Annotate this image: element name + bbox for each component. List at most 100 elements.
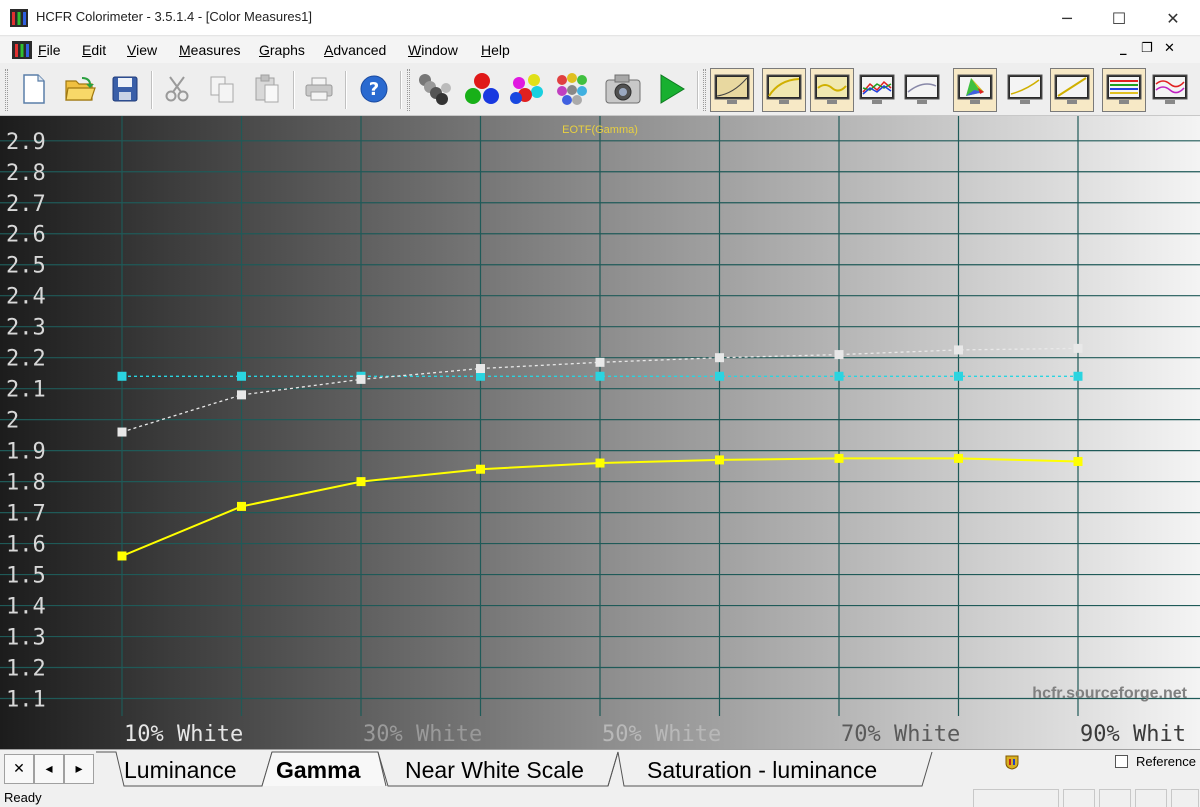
series-point bbox=[476, 371, 485, 381]
series-point bbox=[237, 390, 246, 400]
series-point bbox=[476, 364, 485, 374]
series-point bbox=[1073, 343, 1083, 353]
new-document-icon[interactable] bbox=[14, 69, 54, 109]
chart-title: EOTF(Gamma) bbox=[562, 124, 638, 136]
y-tick-label: 2 bbox=[6, 409, 19, 434]
maximize-button[interactable]: ☐ bbox=[1096, 0, 1142, 36]
saturation-icon[interactable] bbox=[552, 69, 592, 109]
series-point bbox=[117, 551, 127, 561]
close-tab-button[interactable]: ✕ bbox=[4, 754, 34, 784]
y-tick-label: 1.8 bbox=[6, 471, 46, 496]
cut-icon[interactable] bbox=[157, 69, 197, 109]
series-point bbox=[954, 371, 963, 381]
mdi-close-button[interactable]: ✕ bbox=[1164, 41, 1175, 56]
status-pane bbox=[1099, 789, 1131, 807]
gamma-graph-icon[interactable] bbox=[762, 68, 806, 112]
status-text: Ready bbox=[4, 790, 42, 805]
status-pane bbox=[1135, 789, 1167, 807]
toolbar-separator bbox=[400, 71, 402, 109]
x-tick-label: 50% White bbox=[602, 722, 721, 747]
tab-gamma[interactable]: Gamma bbox=[276, 757, 360, 784]
status-pane bbox=[1171, 789, 1199, 807]
series-point bbox=[834, 350, 844, 360]
paste-icon[interactable] bbox=[247, 69, 287, 109]
series-point bbox=[834, 371, 844, 381]
y-tick-label: 2.3 bbox=[6, 316, 46, 341]
app-window: HCFR Colorimeter - 3.5.1.4 - [Color Meas… bbox=[0, 0, 1200, 807]
gamma-multi-graph-icon[interactable] bbox=[1102, 68, 1146, 112]
toolbar-grip[interactable] bbox=[5, 69, 8, 111]
y-tick-label: 1.4 bbox=[6, 595, 46, 620]
tab-saturation-luminance[interactable]: Saturation - luminance bbox=[647, 757, 877, 784]
y-tick-label: 1.5 bbox=[6, 564, 46, 589]
series-point bbox=[595, 357, 605, 367]
mdi-minimize-button[interactable]: _ bbox=[1120, 41, 1127, 56]
series-point bbox=[117, 427, 127, 437]
gamma-chart-svg: 2.9 2.8 2.7 2.6 2.5 2.4 2.3 2.2 2.1 2 1.9 1.8 1.7 1.6… bbox=[0, 116, 1200, 749]
x-tick-label: 70% White bbox=[841, 722, 960, 747]
y-tick-label: 2.5 bbox=[6, 254, 46, 279]
close-button[interactable]: ✕ bbox=[1150, 0, 1196, 36]
copy-icon[interactable] bbox=[202, 69, 242, 109]
toolbar-grip[interactable] bbox=[407, 69, 410, 111]
x-tick-label: 90% Whit bbox=[1080, 722, 1186, 747]
menu-file[interactable]: File bbox=[38, 42, 61, 58]
document-icon[interactable] bbox=[12, 41, 32, 59]
tab-near-white-scale[interactable]: Near White Scale bbox=[405, 757, 584, 784]
y-tick-label: 1.7 bbox=[6, 502, 46, 527]
status-bar: Ready bbox=[0, 787, 1200, 807]
window-title: HCFR Colorimeter - 3.5.1.4 - [Color Meas… bbox=[36, 9, 312, 24]
y-tick-label: 2.2 bbox=[6, 347, 46, 372]
print-icon[interactable] bbox=[299, 69, 339, 109]
minimize-button[interactable]: ─ bbox=[1044, 0, 1090, 36]
y-tick-label: 1.1 bbox=[6, 688, 46, 713]
y-tick-label: 1.6 bbox=[6, 533, 46, 558]
menu-bar: File Edit View Measures Graphs Advanced … bbox=[0, 37, 1200, 63]
y-tick-label: 2.6 bbox=[6, 223, 46, 248]
color-comparator-graph-icon[interactable] bbox=[1148, 68, 1192, 112]
series-point bbox=[117, 371, 127, 381]
status-pane bbox=[1063, 789, 1095, 807]
help-icon[interactable]: ? bbox=[354, 69, 394, 109]
series-point bbox=[356, 477, 366, 487]
watermark-text: hcfr.sourceforge.net bbox=[1032, 685, 1187, 702]
series-point bbox=[1073, 371, 1083, 381]
sheet-tab-bar: ✕ ◂ ▸ Luminance Gamma Near White Scale S… bbox=[0, 749, 1200, 787]
menu-help[interactable]: Help bbox=[481, 42, 510, 58]
reference-label: Reference bbox=[1136, 754, 1196, 769]
menu-graphs[interactable]: Graphs bbox=[259, 42, 305, 58]
svg-text:?: ? bbox=[369, 79, 379, 100]
save-icon[interactable] bbox=[105, 69, 145, 109]
x-tick-label: 30% White bbox=[363, 722, 482, 747]
near-white-graph-icon[interactable] bbox=[1003, 68, 1047, 112]
menu-edit[interactable]: Edit bbox=[82, 42, 106, 58]
reference-checkbox[interactable] bbox=[1115, 755, 1128, 768]
rgb-levels-graph-icon[interactable] bbox=[855, 68, 899, 112]
mdi-restore-button[interactable]: ❐ bbox=[1141, 41, 1153, 56]
saturation-luminance-graph-icon[interactable] bbox=[1050, 68, 1094, 112]
menu-window[interactable]: Window bbox=[408, 42, 458, 58]
tab-luminance[interactable]: Luminance bbox=[124, 757, 237, 784]
menu-view[interactable]: View bbox=[127, 42, 157, 58]
secondaries-icon[interactable] bbox=[507, 69, 547, 109]
menu-measures[interactable]: Measures bbox=[179, 42, 240, 58]
gray-measure-icon[interactable] bbox=[415, 69, 455, 109]
toolbar-grip[interactable] bbox=[703, 69, 706, 111]
rgb-primaries-icon[interactable] bbox=[462, 69, 502, 109]
cie-diagram-icon[interactable] bbox=[953, 68, 997, 112]
play-icon[interactable] bbox=[651, 69, 691, 109]
camera-icon[interactable] bbox=[603, 69, 643, 109]
color-temp-graph-icon[interactable] bbox=[900, 68, 944, 112]
series-point bbox=[954, 453, 963, 463]
y-tick-label: 1.3 bbox=[6, 626, 46, 651]
toolbar: ? bbox=[0, 63, 1200, 116]
toolbar-separator bbox=[151, 71, 153, 109]
open-folder-icon[interactable] bbox=[60, 69, 100, 109]
luminance-graph-icon[interactable] bbox=[710, 68, 754, 112]
menu-advanced[interactable]: Advanced bbox=[324, 42, 386, 58]
near-black-graph-icon[interactable] bbox=[810, 68, 854, 112]
previous-tab-button[interactable]: ◂ bbox=[34, 754, 64, 784]
next-tab-button[interactable]: ▸ bbox=[64, 754, 94, 784]
gamma-chart: 2.9 2.8 2.7 2.6 2.5 2.4 2.3 2.2 2.1 2 1.9 1.8 1.7 1.6… bbox=[0, 116, 1200, 749]
app-logo-icon bbox=[10, 9, 28, 27]
